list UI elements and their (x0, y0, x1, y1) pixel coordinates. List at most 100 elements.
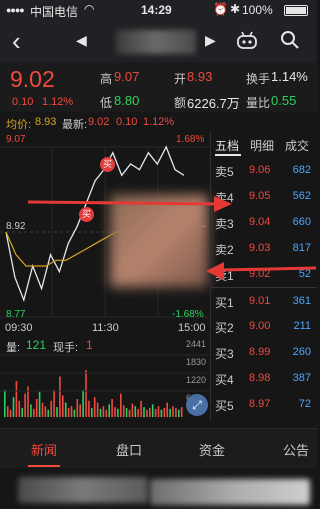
bid-row[interactable]: 买4 8.98 387 (211, 365, 317, 391)
level-label: 买1 (215, 296, 234, 310)
level-volume: 260 (292, 346, 311, 358)
time-axis: 09:30 11:30 15:00 (0, 320, 210, 336)
volume-bar (59, 376, 61, 417)
volume-bar (172, 406, 174, 417)
prev-stock-icon[interactable]: ◀ (76, 32, 87, 49)
tab-capital[interactable]: 资金 (199, 440, 225, 459)
volume-bar (44, 406, 47, 417)
level-price: 9.05 (249, 190, 271, 202)
volume-bar (163, 408, 166, 417)
low-label: 低 (100, 96, 113, 110)
tab-announcements[interactable]: 公告 (283, 440, 309, 459)
search-icon[interactable] (280, 30, 300, 50)
volume-bar (151, 404, 154, 417)
volume-bar (85, 370, 87, 417)
open-label: 开 (174, 72, 187, 86)
volume-bar (79, 404, 81, 417)
bid-row[interactable]: 买1 9.01 361 (211, 287, 317, 313)
volume-bar (50, 400, 52, 417)
volume-bar (6, 406, 9, 417)
trade-marker-1[interactable]: 买 (100, 157, 115, 172)
tab-underline (215, 154, 241, 156)
level-label: 卖2 (215, 243, 234, 257)
volume-bar (15, 381, 18, 417)
open-value: 8.93 (187, 69, 213, 84)
avg-label: 均价: (6, 119, 32, 131)
alarm-icon: ⏰ (213, 2, 228, 16)
quote-header: 9.02 0.10 1.12% 高 9.07 开 8.93 换手 1.14% 低… (0, 62, 317, 112)
stock-name-redacted (116, 30, 196, 54)
hand-value: 1 (86, 338, 93, 352)
volume-bar (131, 403, 134, 417)
volume-value: 121 (26, 338, 47, 352)
tab-trades[interactable]: 成交 (285, 137, 309, 154)
ask-row[interactable]: 卖2 9.03 817 (211, 235, 317, 261)
volume-bar (108, 404, 110, 417)
ask-row[interactable]: 卖5 9.06 682 (211, 157, 317, 183)
trade-marker-2[interactable]: 买 (79, 207, 94, 222)
status-bar: ●●●● 中国电信 ◠ 14:29 ⏰ ✱ 100% (0, 0, 317, 20)
vol-tick-2: 1830 (186, 357, 207, 367)
vol-tick-3: 1220 (186, 375, 207, 385)
bid-row[interactable]: 买5 8.97 72 (211, 391, 317, 417)
high-label: 高 (100, 72, 113, 86)
bid-row[interactable]: 买3 8.99 260 (211, 339, 317, 365)
volume-bar (111, 399, 113, 417)
tab-order-book[interactable]: 盘口 (116, 440, 142, 459)
fullscreen-icon[interactable]: ⤢ (186, 394, 208, 416)
volume-bar (82, 390, 84, 417)
volume-bar (149, 408, 151, 417)
volume-bar (146, 409, 148, 417)
level-volume: 361 (292, 295, 311, 307)
volume-bar (157, 406, 160, 417)
news-item-redacted[interactable] (150, 479, 310, 505)
low-value: 8.80 (114, 93, 140, 108)
signal-icon: ●●●● (6, 5, 25, 15)
volume-bar (128, 409, 131, 417)
tab-five-level[interactable]: 五档 (215, 137, 239, 154)
price-min-label: 8.77 (6, 309, 26, 320)
volume-bar (160, 409, 163, 417)
volume-bar (21, 408, 23, 417)
back-icon[interactable]: ‹ (12, 26, 21, 57)
volume-bar (114, 407, 116, 417)
next-stock-icon[interactable]: ▶ (205, 32, 216, 49)
latest-change-pct: 1.12% (143, 116, 175, 128)
volume-bar (102, 406, 105, 417)
latest-label: 最新: (62, 119, 88, 131)
ask-row[interactable]: 卖1 9.02 52 (211, 261, 317, 287)
level-price: 9.03 (249, 242, 271, 254)
news-item-redacted[interactable] (18, 477, 148, 503)
latest-change: 0.10 (116, 116, 138, 128)
time-mid-label: 11:30 (92, 322, 119, 334)
volume-bar (154, 408, 157, 417)
volume-bar (125, 408, 128, 417)
level-label: 卖1 (215, 269, 234, 283)
bid-row[interactable]: 买2 9.00 211 (211, 313, 317, 339)
nav-bar: ‹ ◀ ▶ (0, 20, 317, 62)
volume-label: 量: (6, 342, 21, 354)
ask-row[interactable]: 卖3 9.04 660 (211, 209, 317, 235)
volume-bar (137, 408, 139, 417)
price-change: 0.10 (12, 96, 34, 108)
level-volume: 660 (292, 216, 311, 228)
robot-assistant-icon[interactable] (236, 31, 258, 49)
volume-bar (96, 402, 99, 417)
price-change-pct: 1.12% (42, 96, 74, 108)
news-content (0, 469, 317, 509)
level-label: 卖5 (215, 165, 234, 179)
latest-value: 9.02 (88, 116, 110, 128)
ask-row[interactable]: 卖4 9.05 562 (211, 183, 317, 209)
tab-news[interactable]: 新闻 (31, 440, 57, 459)
tab-detail[interactable]: 明细 (250, 137, 274, 154)
volume-bar (134, 406, 137, 417)
volume-bar (99, 408, 102, 417)
level-volume: 387 (292, 372, 311, 384)
battery-label: 100% (242, 3, 273, 17)
volume-bar (88, 400, 90, 417)
level-label: 买4 (215, 373, 234, 387)
volume-bar (47, 409, 50, 417)
level-volume: 211 (293, 320, 311, 332)
volume-bar (93, 397, 96, 417)
level-price: 9.02 (249, 268, 271, 280)
